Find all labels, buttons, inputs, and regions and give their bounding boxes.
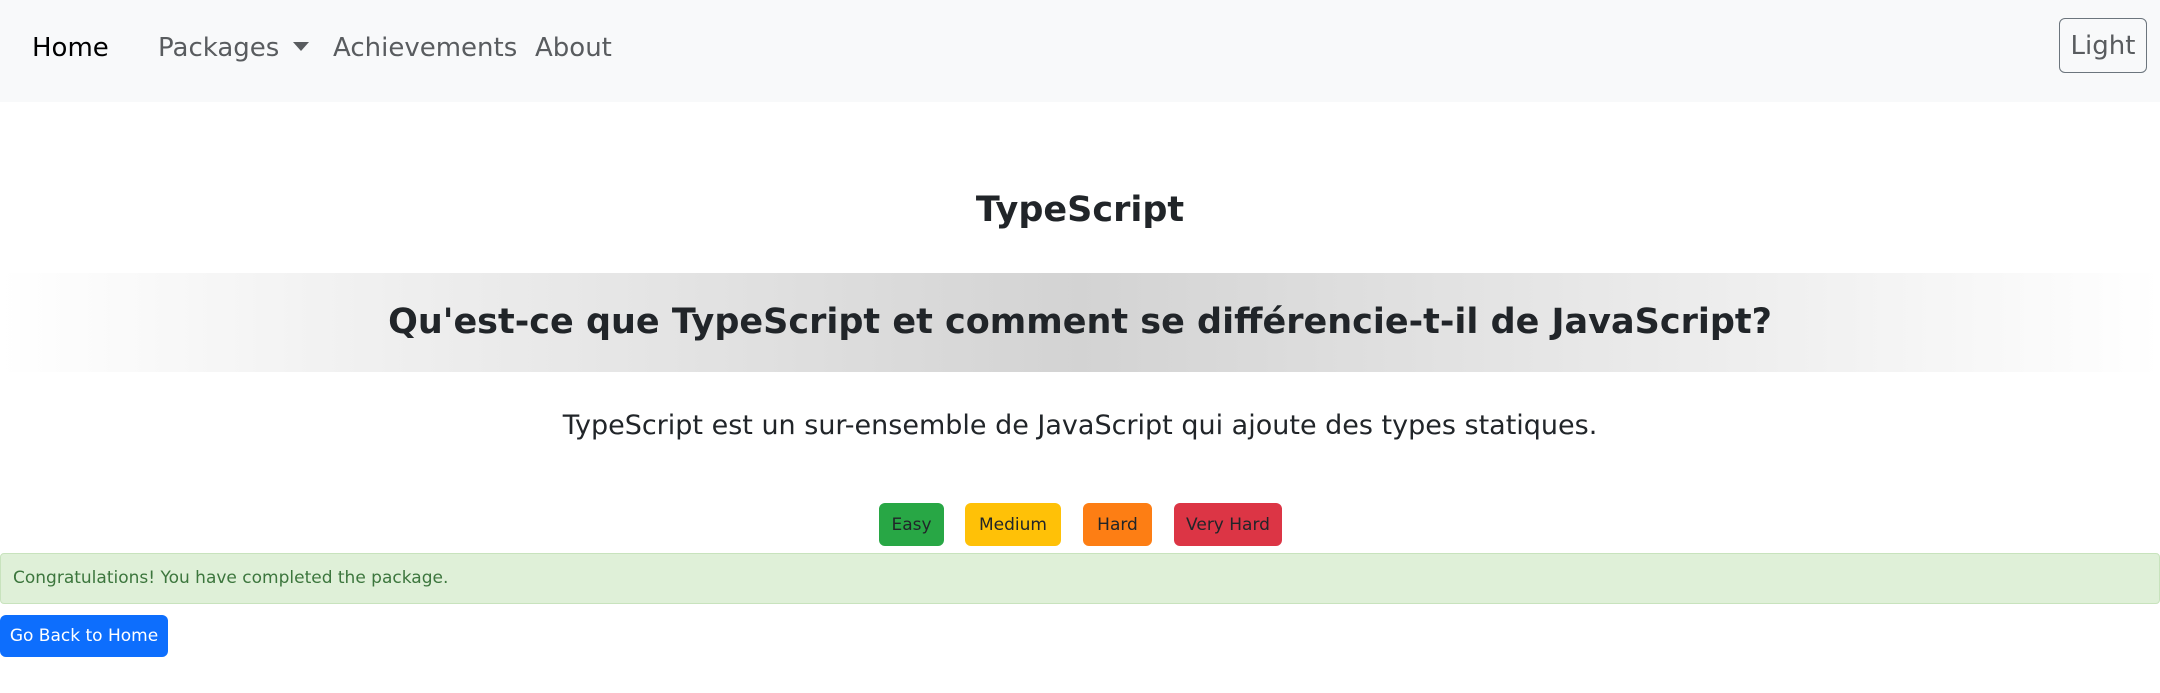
hard-button[interactable]: Hard [1083,503,1152,546]
theme-toggle-button[interactable]: Light [2059,18,2147,73]
very-hard-button[interactable]: Very Hard [1174,503,1282,546]
nav-packages-dropdown[interactable]: Packages [158,28,310,68]
navbar: Home Packages Achievements About Light [0,0,2160,102]
nav-achievements-link[interactable]: Achievements [333,28,517,68]
completion-alert: Congratulations! You have completed the … [0,553,2160,604]
medium-button[interactable]: Medium [965,503,1061,546]
answer-text: TypeScript est un sur-ensemble de JavaSc… [562,410,1598,441]
easy-button[interactable]: Easy [879,503,944,546]
package-title: TypeScript [975,190,1185,230]
nav-home-link[interactable]: Home [32,28,109,68]
question-text: Qu'est-ce que TypeScript et comment se d… [388,302,1772,342]
question-banner: Qu'est-ce que TypeScript et comment se d… [0,273,2160,372]
nav-packages-label: Packages [158,33,280,63]
go-back-home-button[interactable]: Go Back to Home [0,615,168,657]
caret-down-icon [293,42,310,51]
nav-about-link[interactable]: About [535,28,612,68]
difficulty-button-group: Easy Medium Hard Very Hard [0,503,2160,547]
